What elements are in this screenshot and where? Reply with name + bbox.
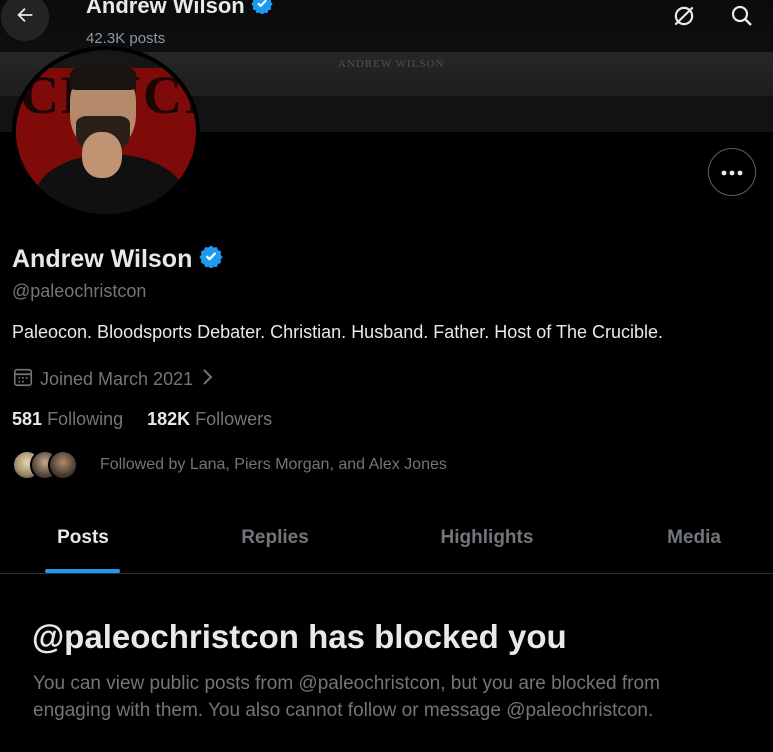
more-button[interactable]: [708, 148, 756, 196]
chevron-right-icon: [199, 367, 215, 392]
follow-counts: 581 Following 182K Followers: [12, 409, 272, 430]
posts-count: 42.3K posts: [86, 30, 166, 47]
calendar-icon: [12, 366, 34, 393]
blocked-title: @paleochristcon has blocked you: [32, 618, 567, 655]
tab-label: Highlights: [440, 526, 534, 548]
joined-text: Joined March 2021: [40, 369, 194, 389]
header-name: Andrew Wilson: [86, 0, 245, 18]
following-count: 581: [12, 409, 43, 429]
followers-label: Followers: [195, 409, 273, 429]
followed-by-text: Followed by Lana, Piers Morgan, and Alex…: [100, 456, 447, 473]
followed-by[interactable]: Followed by Lana, Piers Morgan, and Alex…: [12, 450, 447, 480]
grok-icon: [671, 3, 697, 34]
joined-date[interactable]: Joined March 2021: [12, 366, 215, 393]
profile-bio: Paleocon. Bloodsports Debater. Christian…: [12, 322, 664, 342]
banner-text: ANDREW WILSON: [338, 58, 445, 70]
tab-posts[interactable]: Posts: [0, 502, 166, 573]
following-link[interactable]: 581 Following: [12, 409, 123, 430]
tab-label: Media: [667, 526, 721, 548]
following-label: Following: [47, 409, 124, 429]
back-button[interactable]: [1, 0, 49, 41]
follower-avatar: [48, 450, 78, 480]
grok-button[interactable]: [670, 4, 698, 32]
verified-badge-icon[interactable]: [199, 244, 223, 275]
header-title: Andrew Wilson: [86, 0, 273, 20]
active-tab-indicator: [45, 569, 120, 573]
tab-media[interactable]: Media: [618, 502, 770, 573]
tab-label: Replies: [241, 526, 309, 548]
profile-handle: @paleochristcon: [12, 281, 147, 301]
tab-highlights[interactable]: Highlights: [384, 502, 590, 573]
more-icon: [721, 163, 743, 181]
avatar-hand: [82, 132, 122, 178]
blocked-message: You can view public posts from @paleochr…: [33, 673, 660, 721]
tab-replies[interactable]: Replies: [166, 502, 384, 573]
profile-name-text: Andrew Wilson: [12, 245, 193, 273]
top-bar: Andrew Wilson 42.3K posts: [0, 0, 773, 52]
followers-link[interactable]: 182K Followers: [147, 409, 272, 430]
tab-label: Posts: [57, 526, 109, 548]
profile-name: Andrew Wilson: [12, 244, 223, 275]
profile-tabs: Posts Replies Highlights Media: [0, 502, 773, 574]
search-button[interactable]: [728, 4, 756, 32]
back-arrow-icon: [14, 4, 36, 31]
verified-badge-icon: [251, 0, 273, 20]
search-icon: [730, 4, 754, 33]
followers-count: 182K: [147, 409, 191, 429]
profile-avatar[interactable]: CRUCIB: [12, 46, 200, 218]
avatar-hair: [70, 64, 136, 90]
